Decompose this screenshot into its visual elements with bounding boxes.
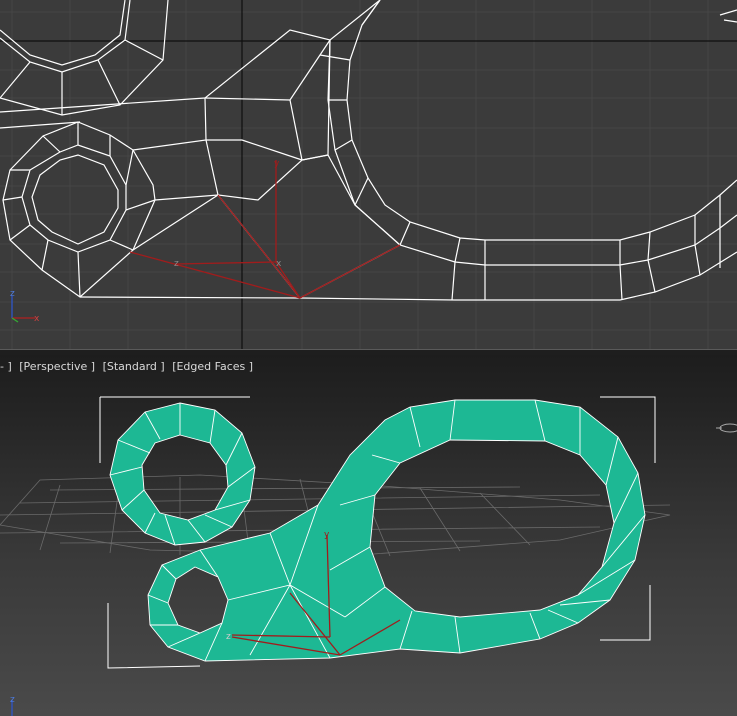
viewport-edged-faces[interactable]: [Edged Faces ] bbox=[172, 360, 253, 373]
axis-triad-bottom: z bbox=[10, 695, 15, 716]
top-viewport[interactable]: y z x z x bbox=[0, 0, 737, 349]
gizmo-z-label: z bbox=[174, 259, 179, 269]
gizmo-x-label: x bbox=[276, 259, 282, 269]
perspective-viewport[interactable]: y z z - ] [Perspective ] [Standard ] [Ed… bbox=[0, 355, 737, 716]
top-viewport-canvas[interactable]: y z x z x bbox=[0, 0, 737, 349]
gizmo-y-label: y bbox=[324, 530, 330, 540]
viewport-view-menu[interactable]: [Perspective ] bbox=[19, 360, 95, 373]
perspective-viewport-canvas[interactable]: y z z bbox=[0, 355, 737, 716]
viewport-label[interactable]: - ] [Perspective ] [Standard ] [Edged Fa… bbox=[0, 360, 257, 376]
triad-x-label: x bbox=[34, 314, 40, 324]
gizmo-y-label: y bbox=[274, 159, 280, 169]
triad-z-label: z bbox=[10, 289, 15, 299]
triad-z-label: z bbox=[10, 695, 15, 705]
small-ring[interactable] bbox=[109, 402, 256, 546]
wireframe-mesh[interactable] bbox=[0, 0, 737, 301]
axis-triad-top: z x bbox=[10, 289, 40, 324]
mesh-object[interactable] bbox=[109, 399, 646, 662]
camera-icon[interactable] bbox=[716, 423, 737, 433]
gizmo-z-label: z bbox=[226, 632, 231, 642]
viewport-shading-standard[interactable]: [Standard ] bbox=[103, 360, 165, 373]
viewport-menu-plus[interactable]: - ] bbox=[0, 360, 12, 373]
